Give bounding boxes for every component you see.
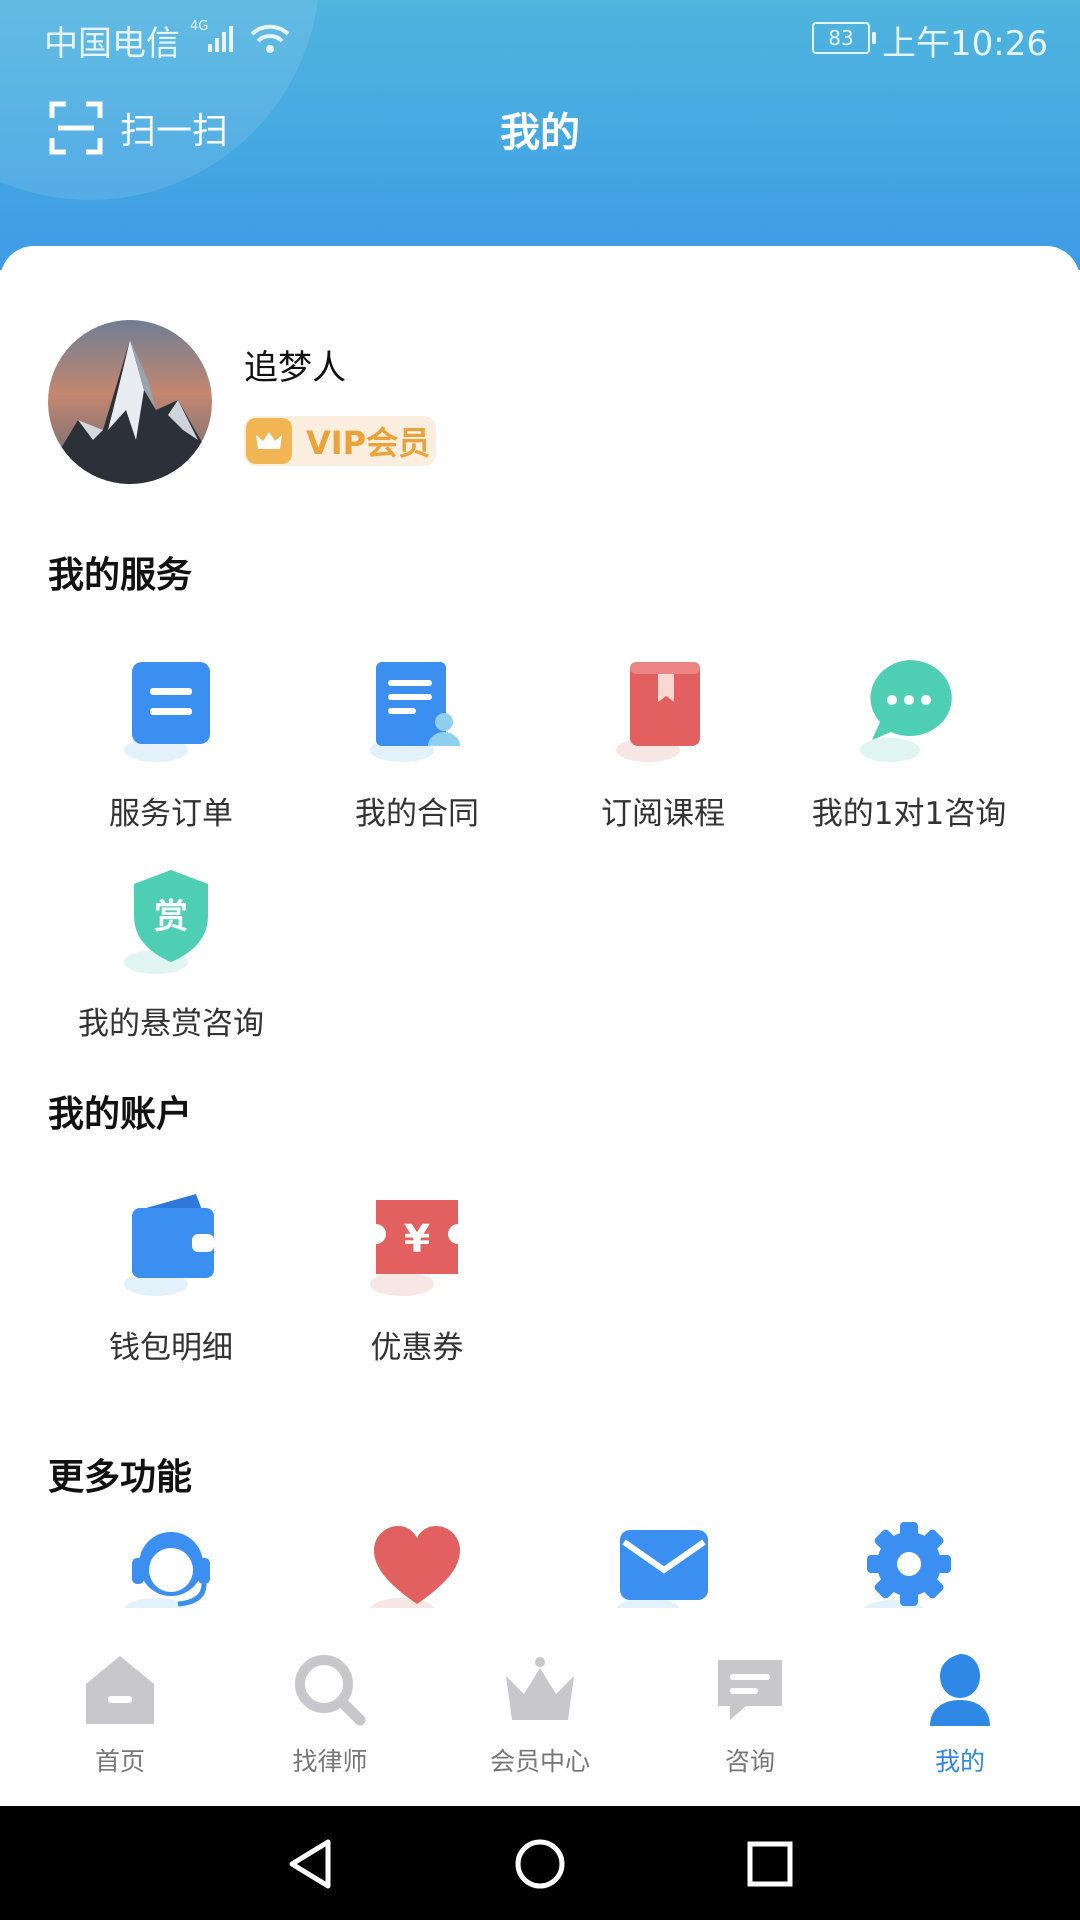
status-bar: 中国电信 4G 83 上午10:26 — [0, 0, 1080, 76]
coupons-item[interactable]: ¥ 优惠券 — [294, 1190, 540, 1367]
gear-icon — [854, 1518, 964, 1608]
page-title: 我的 — [500, 110, 580, 156]
battery-indicator: 83 — [812, 22, 876, 54]
chat-icon — [854, 656, 964, 766]
course-icon — [608, 656, 718, 766]
crown-icon — [500, 1650, 580, 1730]
wallet-details-label: 钱包明细 — [109, 1330, 233, 1366]
recents-button[interactable] — [742, 1836, 798, 1892]
network-type-label: 4G — [190, 19, 208, 34]
one-on-one-consult-item[interactable]: 我的1对1咨询 — [786, 656, 1032, 833]
subscribed-courses-label: 订阅课程 — [601, 796, 725, 832]
my-contracts-item[interactable]: 我的合同 — [294, 656, 540, 833]
tab-member-center[interactable]: 会员中心 — [435, 1628, 645, 1778]
services-section-title: 我的服务 — [48, 555, 193, 596]
tab-consult-label: 咨询 — [724, 1747, 775, 1776]
tab-find-lawyer-label: 找律师 — [292, 1747, 368, 1776]
more-section-title: 更多功能 — [48, 1457, 193, 1498]
bottom-tab-bar: 首页 找律师 会员中心 咨询 我的 — [0, 1628, 1080, 1806]
settings-item[interactable] — [786, 1518, 1032, 1608]
reward-consult-label: 我的悬赏咨询 — [78, 1006, 264, 1042]
tab-home-label: 首页 — [94, 1747, 145, 1776]
home-circle-icon — [515, 1839, 565, 1889]
order-icon — [116, 656, 226, 766]
coupon-icon-glyph: ¥ — [404, 1217, 430, 1261]
coupon-icon: ¥ — [362, 1190, 472, 1300]
reward-consult-item[interactable]: 赏 我的悬赏咨询 — [48, 866, 294, 1043]
subscribed-courses-item[interactable]: 订阅课程 — [540, 656, 786, 833]
tab-consult[interactable]: 咨询 — [645, 1628, 855, 1778]
wallet-details-item[interactable]: 钱包明细 — [48, 1190, 294, 1367]
system-navigation-bar — [0, 1806, 1080, 1920]
reward-icon: 赏 — [116, 866, 226, 976]
favorites-item[interactable] — [294, 1518, 540, 1608]
crown-icon — [246, 418, 292, 464]
coupons-label: 优惠券 — [370, 1330, 464, 1366]
signal-icon: 4G — [190, 18, 300, 67]
message-icon — [710, 1650, 790, 1730]
wallet-icon — [116, 1190, 226, 1300]
service-orders-label: 服务订单 — [109, 796, 233, 832]
home-button[interactable] — [512, 1836, 568, 1892]
my-contracts-label: 我的合同 — [355, 796, 479, 832]
heart-icon — [362, 1518, 472, 1608]
messages-item[interactable] — [540, 1518, 786, 1608]
user-icon — [920, 1650, 1000, 1730]
avatar[interactable] — [48, 320, 212, 484]
account-section-title: 我的账户 — [48, 1094, 193, 1135]
back-button[interactable] — [282, 1836, 338, 1892]
back-icon — [289, 1839, 331, 1889]
reward-icon-glyph: 赏 — [154, 897, 188, 937]
tab-mine-label: 我的 — [934, 1747, 985, 1776]
one-on-one-consult-label: 我的1对1咨询 — [811, 796, 1007, 832]
service-orders-item[interactable]: 服务订单 — [48, 656, 294, 833]
search-icon — [290, 1650, 370, 1730]
vip-badge[interactable]: VIP会员 — [244, 416, 436, 466]
clock-label: 上午10:26 — [882, 24, 1048, 64]
tab-find-lawyer[interactable]: 找律师 — [225, 1628, 435, 1778]
tab-home[interactable]: 首页 — [15, 1628, 225, 1778]
customer-service-icon — [116, 1518, 226, 1608]
vip-label: VIP会员 — [306, 424, 431, 462]
mail-icon — [608, 1518, 718, 1608]
home-icon — [80, 1650, 160, 1730]
tab-mine[interactable]: 我的 — [855, 1628, 1065, 1778]
customer-service-item[interactable] — [48, 1518, 294, 1608]
tab-member-center-label: 会员中心 — [489, 1747, 590, 1776]
contract-icon — [362, 656, 472, 766]
username: 追梦人 — [244, 348, 346, 388]
recents-icon — [747, 1841, 793, 1887]
carrier-label: 中国电信 — [44, 24, 180, 64]
